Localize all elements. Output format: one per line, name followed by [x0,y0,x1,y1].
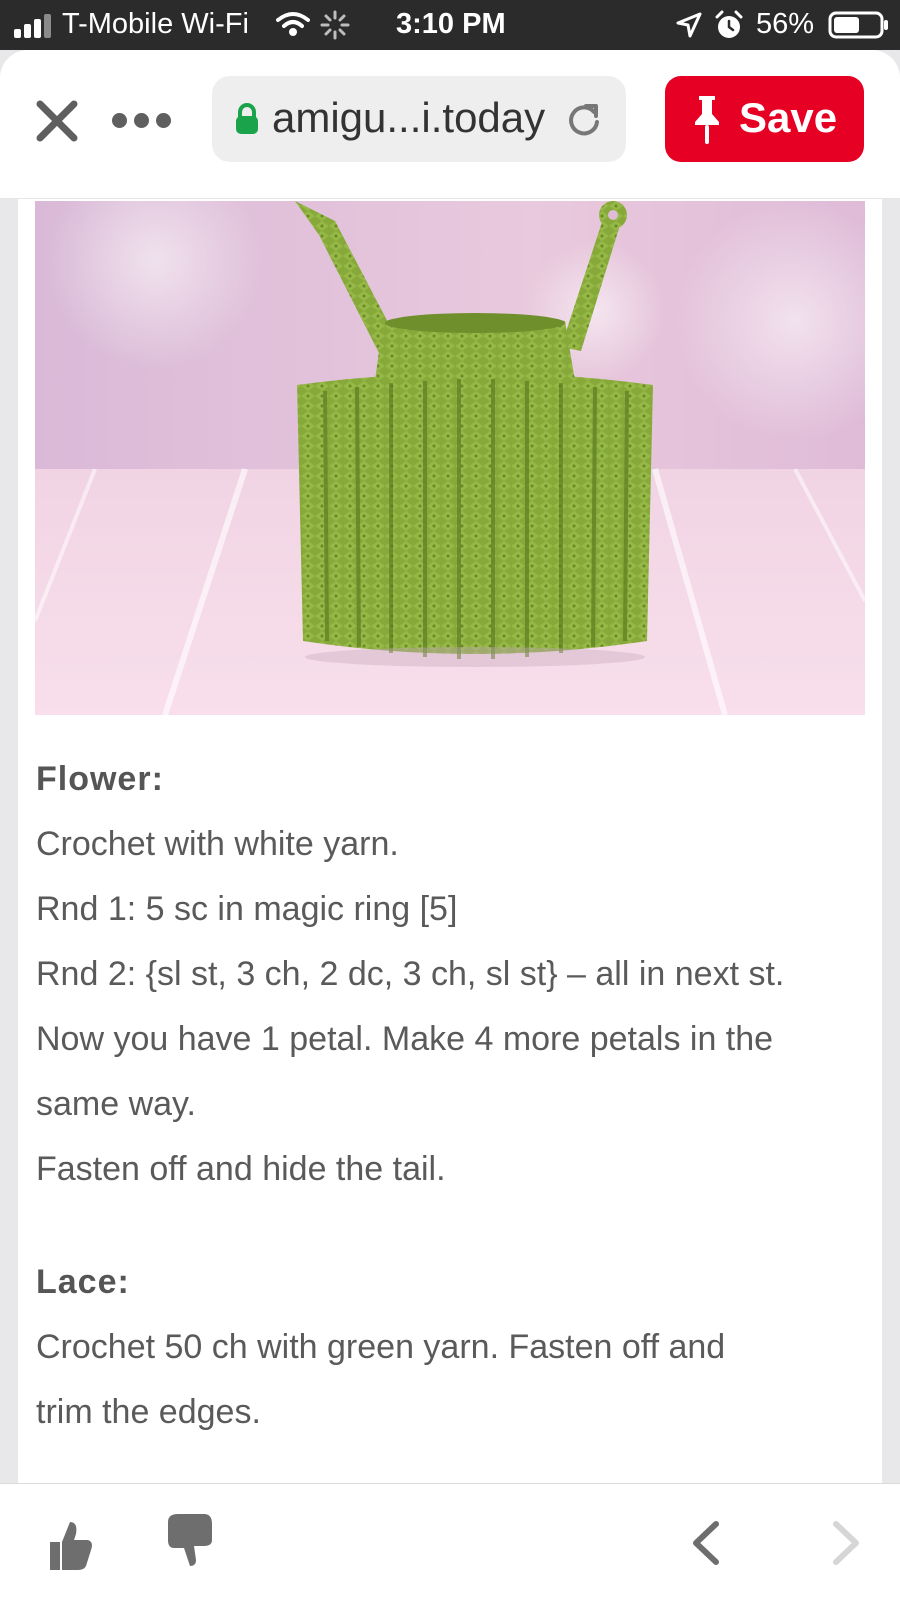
paragraph-line: Crochet 50 ch with green yarn. Fasten of… [36,1328,726,1366]
signal-icon [14,12,56,38]
more-options-icon[interactable] [112,108,174,134]
lock-icon [236,103,258,134]
url-bar[interactable]: amigu...i.today [212,76,626,162]
clock: 3:10 PM [396,8,506,40]
carrier-label: T-Mobile Wi-Fi [62,8,249,40]
wifi-icon [276,12,310,36]
paragraph-line: Rnd 1: 5 sc in magic ring [5] [36,890,458,928]
paragraph-line: same way. [36,1085,196,1123]
paragraph-line: trim the edges. [36,1393,261,1431]
reload-icon[interactable] [564,100,604,140]
overalls-photo [35,201,865,715]
status-bar: T-Mobile Wi-Fi 3:10 PM 56% [0,0,900,50]
paragraph-line: Now you have 1 petal. Make 4 more petals… [36,1020,774,1058]
close-icon[interactable] [34,98,80,144]
save-label: Save [739,94,838,141]
alarm-icon [715,10,743,38]
location-icon [676,12,702,38]
paragraph-line: Rnd 2: {sl st, 3 ch, 2 dc, 3 ch, sl st} … [36,955,785,993]
section-heading-lace: Lace: [36,1263,130,1301]
url-text: amigu...i.today [272,94,546,141]
thumbs-down-icon[interactable] [164,1512,214,1568]
bottom-toolbar [0,1483,900,1600]
spinner-icon [320,10,350,40]
back-icon[interactable] [686,1520,726,1566]
section-heading-flower: Flower: [36,760,164,798]
paragraph-line: Crochet with white yarn. [36,825,399,863]
thumbs-up-icon[interactable] [44,1518,94,1574]
battery-icon [828,11,888,39]
battery-percent: 56% [756,8,815,40]
screen: T-Mobile Wi-Fi 3:10 PM 56% amigu...i.tod… [0,0,900,1600]
forward-icon[interactable] [826,1520,866,1566]
save-button[interactable]: Save [665,76,864,162]
browser-header: amigu...i.today Save [0,50,900,199]
article-content[interactable]: Flower: Crochet with white yarn. Rnd 1: … [18,199,882,1483]
article-text: Flower: Crochet with white yarn. Rnd 1: … [36,747,866,1445]
paragraph-line: Fasten off and hide the tail. [36,1150,446,1188]
pin-icon [695,96,719,144]
